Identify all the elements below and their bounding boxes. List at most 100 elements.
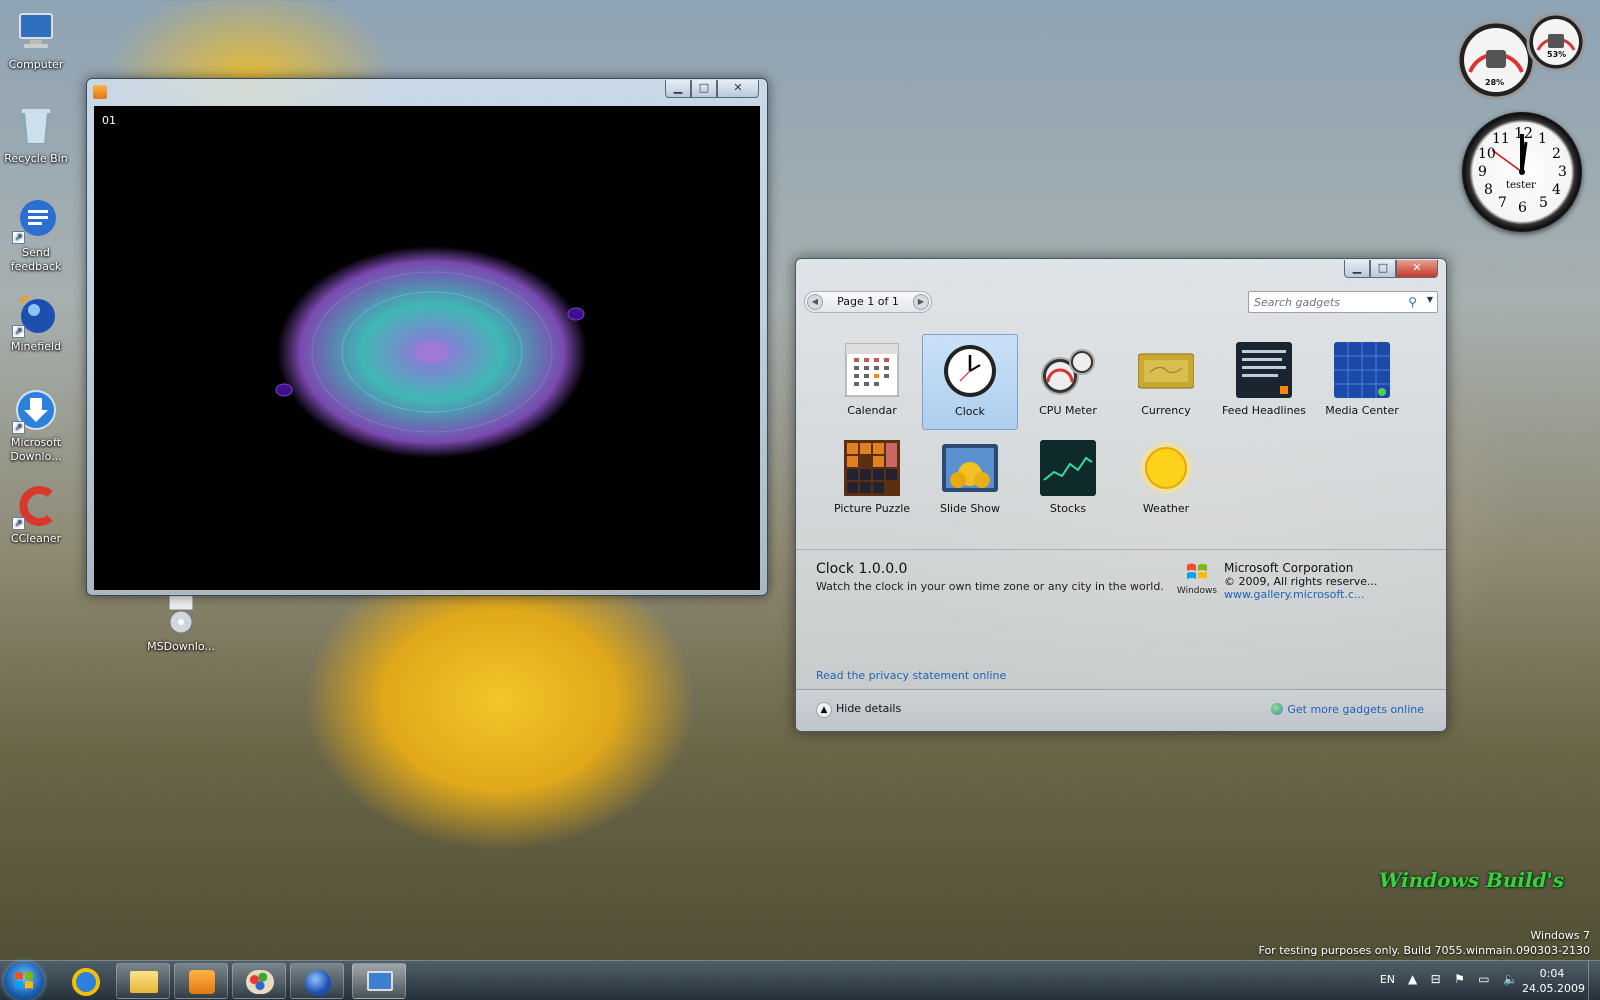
gadget-name: Clock 1.0.0.0 [816,561,908,577]
cpu-meter-gadget[interactable]: 28% 53% [1456,10,1586,100]
start-button[interactable] [4,962,44,1000]
taskbar-explorer[interactable] [116,963,170,999]
watermark-build: For testing purposes only. Build 7055.wi… [1258,944,1590,957]
clock-number-8: 8 [1484,182,1493,198]
gadget-label: Feed Headlines [1221,404,1307,417]
desktop-icon-label: CCleaner [10,532,62,545]
folder-icon [130,971,158,993]
desktop-icon-label: Computer [8,58,64,71]
desktop-icon-label: Send feedback [10,246,62,273]
gadget-tile-currency[interactable]: Currency [1118,334,1214,430]
taskbar-minefield[interactable] [290,963,344,999]
gadget-tile-slide-show[interactable]: Slide Show [922,432,1018,528]
cpu-meter-dials [1456,12,1586,100]
gadget-tile-clock[interactable]: Clock [922,334,1018,430]
action-center-flag-icon[interactable]: ⚑ [1454,972,1465,986]
gadget-tile-weather[interactable]: Weather [1118,432,1214,528]
desktop-icon-label: Minefield [10,340,62,353]
msdownload-icon [159,592,203,636]
network-icon[interactable]: ⊟ [1431,972,1441,986]
taskbar-media-player[interactable] [174,963,228,999]
desktop-icon-computer[interactable]: Computer [0,10,72,72]
maximize-button[interactable]: □ [1370,260,1396,278]
gadgets-window[interactable]: ▁ □ ✕ ◀ Page 1 of 1 ▶ ⚲ ▼ Calendar Clock [795,258,1447,732]
language-indicator[interactable]: EN [1380,973,1395,986]
windows-logo-text: Windows [1176,586,1218,596]
clock-number-9: 9 [1478,164,1487,180]
feed-headlines-icon [1236,342,1292,398]
visualization-graphic [275,246,587,458]
watermark-os: Windows 7 [1530,929,1590,942]
close-button[interactable]: ✕ [717,80,759,98]
clock-gadget[interactable]: 12 1 2 3 4 5 6 7 8 9 10 11 tester [1462,112,1582,232]
paint-palette-icon [246,970,274,994]
minefield-icon: ↗ [12,292,58,338]
clock-number-5: 5 [1539,195,1548,211]
gadget-label: Slide Show [939,502,1001,515]
get-more-gadgets-link[interactable]: Get more gadgets online [1271,703,1424,716]
display-icon[interactable]: ▭ [1478,972,1489,986]
desktop-icon-microsoft-download[interactable]: ↗ Microsoft Downlo... [0,388,72,464]
taskbar-visualizer-window[interactable] [352,963,406,999]
maximize-button[interactable]: □ [691,80,717,98]
clock-number-10: 10 [1478,146,1496,162]
internet-explorer-icon [72,968,100,996]
desktop-icon-label: Recycle Bin [4,152,68,165]
desktop-icon-recycle-bin[interactable]: Recycle Bin [0,104,72,166]
minimize-button[interactable]: ▁ [1344,260,1370,278]
clock-number-2: 2 [1552,146,1561,162]
taskbar-paint[interactable] [232,963,286,999]
desktop-icon-label: MSDownlo... [147,640,215,653]
search-box: ⚲ ▼ [1248,291,1438,313]
download-icon: ↗ [12,388,58,434]
player-app-icon [93,85,107,99]
show-hidden-icons-icon[interactable]: ▲ [1408,972,1417,986]
volume-icon[interactable]: 🔈 [1503,972,1518,986]
desktop-icon-msdownload[interactable]: MSDownlo... [145,592,217,654]
show-desktop-button[interactable] [1588,961,1600,1000]
windows-flag-icon [15,972,33,989]
desktop-icon-minefield[interactable]: ↗ Minefield [0,292,72,354]
shortcut-arrow-icon: ↗ [12,517,25,530]
monitor-icon [367,971,393,991]
visualization-canvas[interactable]: 01 [94,106,760,590]
clock-number-6: 6 [1518,200,1527,216]
gadget-tile-calendar[interactable]: Calendar [824,334,920,430]
visualizer-window[interactable]: ▁ □ ✕ 01 [86,78,768,596]
hide-details-button[interactable]: ▲ Hide details [816,702,901,718]
gadget-tile-stocks[interactable]: Stocks [1020,432,1116,528]
computer-icon [14,10,58,54]
gadget-label: Currency [1141,404,1191,417]
clock-number-3: 3 [1558,164,1567,180]
close-button[interactable]: ✕ [1396,260,1438,278]
minimize-button[interactable]: ▁ [665,80,691,98]
hide-details-label: Hide details [836,702,902,715]
weather-sun-icon [1138,440,1194,496]
get-more-gadgets-label: Get more gadgets online [1287,703,1424,716]
desktop-icon-label: Microsoft Downlo... [10,436,62,463]
chevron-down-icon[interactable]: ▼ [1427,295,1433,304]
previous-page-button[interactable]: ◀ [807,294,823,310]
next-page-button[interactable]: ▶ [913,294,929,310]
gadget-tile-cpu-meter[interactable]: CPU Meter [1020,334,1116,430]
gadgets-footer: ▲ Hide details Get more gadgets online [796,689,1446,731]
media-center-icon [1334,342,1390,398]
search-icon[interactable]: ⚲ [1408,295,1417,309]
slide-show-icon [942,440,998,496]
search-input[interactable] [1249,292,1399,312]
copyright-text: © 2009, All rights reserve... [1224,575,1378,588]
gadget-tile-picture-puzzle[interactable]: Picture Puzzle [824,432,920,528]
desktop-icon-ccleaner[interactable]: ↗ CCleaner [0,484,72,546]
taskbar-clock[interactable]: 0:04 24.05.2009 [1522,966,1585,996]
tray-icons: ▲ ⊟ ⚑ ▭ 🔈 [1408,972,1518,986]
gadget-tile-feed-headlines[interactable]: Feed Headlines [1216,334,1312,430]
gadget-tile-media-center[interactable]: Media Center [1314,334,1410,430]
system-tray: EN ▲ ⊟ ⚑ ▭ 🔈 0:04 24.05.2009 [1300,961,1600,1000]
privacy-statement-link[interactable]: Read the privacy statement online [816,669,1006,682]
gallery-link[interactable]: www.gallery.microsoft.c... [1224,588,1364,601]
gadget-label: Weather [1142,502,1190,515]
taskbar-internet-explorer[interactable] [58,963,112,999]
clock-number-1: 1 [1538,131,1547,147]
cpu-meter-icon [1040,342,1096,398]
desktop-icon-send-feedback[interactable]: ↗ Send feedback [0,198,72,274]
